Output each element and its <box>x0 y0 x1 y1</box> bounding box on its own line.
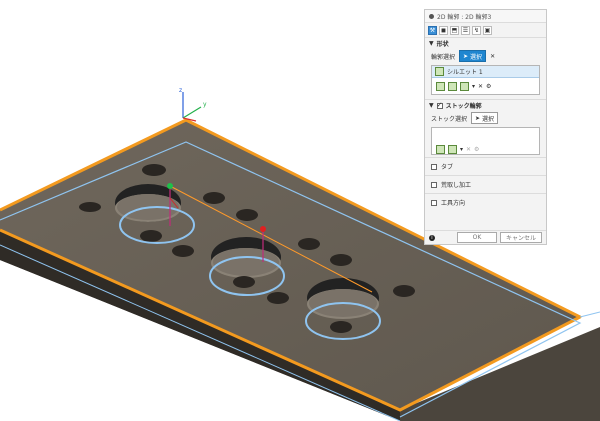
panel-title: 2D 輪郭 : 2D 輪郭3 <box>437 13 492 21</box>
silhouette-item[interactable]: シルエット 1 <box>432 66 539 78</box>
face-icon[interactable] <box>448 144 457 154</box>
stock-selection-list[interactable]: ▾ ✕ ⚙ <box>431 127 540 155</box>
silhouette-label: シルエット 1 <box>447 69 483 76</box>
stock-tools: ▾ ✕ ⚙ <box>432 141 539 157</box>
tab-checkbox[interactable] <box>431 163 437 170</box>
stock-section-header[interactable]: ▼ ストック輪郭 <box>425 99 546 111</box>
chain-icon[interactable] <box>436 144 445 154</box>
gear-icon[interactable]: ⚙ <box>474 146 479 153</box>
face-icon[interactable] <box>448 81 457 91</box>
axis-z-label: z <box>179 87 182 94</box>
stock-select-label: ストック選択 <box>431 115 468 123</box>
panel-tabs: ⚒ ◼ ⬒ ☰ ↯ ▣ <box>425 23 546 38</box>
roughing-option-label: 荒取し加工 <box>441 182 472 189</box>
contour-selection-list[interactable]: シルエット 1 ▾ ✕ ⚙ <box>431 65 540 95</box>
dot-icon <box>429 13 434 19</box>
contour-select-label: 輪郭選択 <box>431 53 456 61</box>
triangle-down-icon: ▼ <box>429 40 434 47</box>
cancel-button[interactable]: キャンセル <box>499 232 542 243</box>
chain-icon[interactable] <box>436 81 445 91</box>
stock-select-button[interactable]: ➤ 選択 <box>471 112 499 124</box>
contour-select-text: 選択 <box>470 53 483 61</box>
triangle-down-icon: ▼ <box>429 102 434 109</box>
close-icon[interactable]: ✕ <box>466 146 471 153</box>
stock-select-text: 選択 <box>482 115 495 123</box>
tool-direction-option-label: 工具方向 <box>441 200 466 207</box>
shape-section-title: 形状 <box>436 41 449 48</box>
tab-heights[interactable]: ⬒ <box>450 25 459 35</box>
axis-y-label: y <box>203 101 207 108</box>
tab-passes[interactable]: ☰ <box>461 25 470 35</box>
info-icon[interactable]: i <box>429 234 435 241</box>
cursor-icon: ➤ <box>475 114 481 122</box>
roughing-checkbox[interactable] <box>431 181 437 188</box>
contour-select-button[interactable]: ➤ 選択 <box>459 50 487 62</box>
chevron-down-icon[interactable]: ▾ <box>460 146 463 153</box>
tab-preview[interactable]: ▣ <box>483 25 492 35</box>
shape-section-header[interactable]: ▼ 形状 <box>425 38 546 49</box>
tab-tool[interactable]: ⚒ <box>428 25 437 35</box>
silhouette-icon <box>435 67 444 76</box>
panel-titlebar[interactable]: 2D 輪郭 : 2D 輪郭3 <box>425 10 546 23</box>
roughing-option-row[interactable]: 荒取し加工 <box>425 175 546 193</box>
axis-triad: z y <box>179 87 207 122</box>
edge-icon[interactable] <box>460 81 469 91</box>
tool-direction-option-row[interactable]: 工具方向 <box>425 193 546 211</box>
stock-select-row: ストック選択 ➤ 選択 <box>425 111 546 125</box>
contour-select-row: 輪郭選択 ➤ 選択 ✕ <box>425 49 546 63</box>
gear-icon[interactable]: ⚙ <box>486 83 491 90</box>
panel-footer: i OK キャンセル <box>425 230 546 244</box>
chevron-down-icon[interactable]: ▾ <box>472 83 475 90</box>
close-icon[interactable]: ✕ <box>490 53 495 60</box>
tab-linking[interactable]: ↯ <box>472 25 481 35</box>
stock-contour-label: ストック輪郭 <box>445 103 482 110</box>
cursor-icon: ➤ <box>463 52 469 60</box>
tab-option-row[interactable]: タブ <box>425 157 546 175</box>
stock-contour-checkbox[interactable] <box>436 101 443 109</box>
tool-direction-checkbox[interactable] <box>431 199 437 206</box>
ok-button[interactable]: OK <box>456 232 497 243</box>
contour-tools: ▾ ✕ ⚙ <box>432 78 539 94</box>
2d-contour-panel: 2D 輪郭 : 2D 輪郭3 ⚒ ◼ ⬒ ☰ ↯ ▣ ▼ 形状 輪郭選択 ➤ 選… <box>424 9 547 245</box>
tab-geometry[interactable]: ◼ <box>439 25 448 35</box>
close-icon[interactable]: ✕ <box>478 83 483 90</box>
tab-option-label: タブ <box>441 164 454 171</box>
